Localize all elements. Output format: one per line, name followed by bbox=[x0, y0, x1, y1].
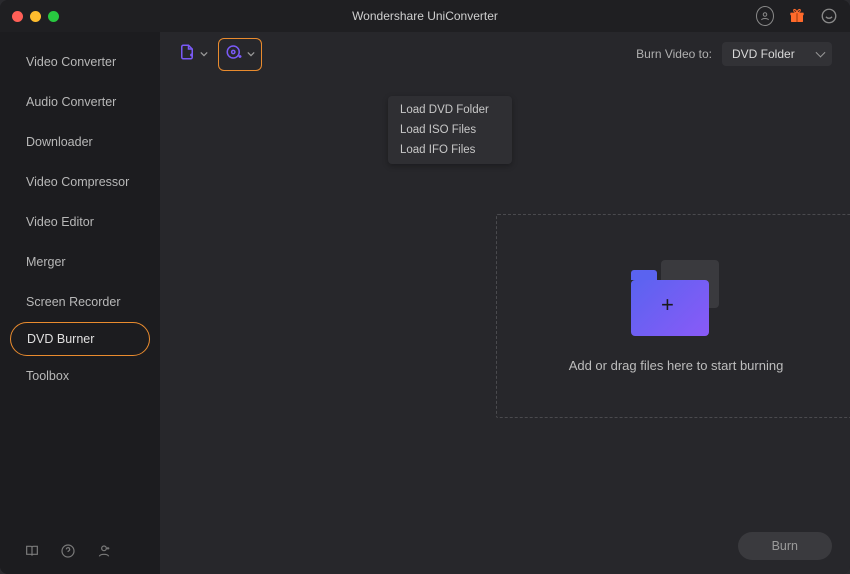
main-panel: Burn Video to: DVD Folder Load DVD Folde… bbox=[160, 32, 850, 574]
sidebar-item-label: Audio Converter bbox=[26, 95, 116, 109]
menu-item-load-dvd-folder[interactable]: Load DVD Folder bbox=[388, 100, 512, 120]
sidebar-item-label: Toolbox bbox=[26, 369, 69, 383]
sidebar-item-audio-converter[interactable]: Audio Converter bbox=[0, 82, 160, 122]
chevron-down-icon bbox=[247, 50, 255, 58]
burn-button-label: Burn bbox=[772, 539, 798, 553]
sidebar-item-label: Merger bbox=[26, 255, 66, 269]
toolbar: Burn Video to: DVD Folder bbox=[160, 32, 850, 76]
load-disc-button[interactable] bbox=[218, 38, 262, 71]
feedback-icon[interactable] bbox=[820, 7, 838, 25]
menu-item-label: Load DVD Folder bbox=[400, 104, 489, 116]
help-icon[interactable] bbox=[60, 543, 76, 559]
menu-item-label: Load IFO Files bbox=[400, 144, 475, 156]
plus-icon: + bbox=[661, 292, 674, 318]
burn-button[interactable]: Burn bbox=[738, 532, 832, 560]
sidebar-item-merger[interactable]: Merger bbox=[0, 242, 160, 282]
window-title: Wondershare UniConverter bbox=[0, 9, 850, 23]
app-window: Wondershare UniConverter Video Converter… bbox=[0, 0, 850, 574]
footer: Burn bbox=[738, 532, 832, 560]
tutorial-icon[interactable] bbox=[24, 543, 40, 559]
burn-target-select[interactable]: DVD Folder bbox=[722, 42, 832, 66]
add-folder-icon: + bbox=[631, 260, 721, 336]
sidebar-footer bbox=[0, 528, 160, 574]
sidebar-item-label: Video Compressor bbox=[26, 175, 129, 189]
burn-target-value: DVD Folder bbox=[732, 47, 795, 61]
contact-icon[interactable] bbox=[96, 543, 112, 559]
app-body: Video Converter Audio Converter Download… bbox=[0, 32, 850, 574]
sidebar-item-video-compressor[interactable]: Video Compressor bbox=[0, 162, 160, 202]
menu-item-label: Load ISO Files bbox=[400, 124, 476, 136]
burn-target-row: Burn Video to: DVD Folder bbox=[636, 42, 832, 66]
sidebar: Video Converter Audio Converter Download… bbox=[0, 32, 160, 574]
drop-prompt: Add or drag files here to start burning bbox=[569, 358, 784, 373]
gift-icon[interactable] bbox=[788, 7, 806, 25]
menu-item-load-iso-files[interactable]: Load ISO Files bbox=[388, 120, 512, 140]
add-file-button[interactable] bbox=[178, 43, 208, 66]
chevron-down-icon bbox=[200, 50, 208, 58]
sidebar-item-screen-recorder[interactable]: Screen Recorder bbox=[0, 282, 160, 322]
sidebar-item-downloader[interactable]: Downloader bbox=[0, 122, 160, 162]
sidebar-item-toolbox[interactable]: Toolbox bbox=[0, 356, 160, 396]
minimize-window-button[interactable] bbox=[30, 11, 41, 22]
titlebar-right bbox=[756, 7, 838, 25]
sidebar-item-label: Video Converter bbox=[26, 55, 116, 69]
file-add-icon bbox=[178, 43, 196, 66]
menu-item-load-ifo-files[interactable]: Load IFO Files bbox=[388, 140, 512, 160]
sidebar-item-label: DVD Burner bbox=[27, 332, 94, 346]
drop-zone[interactable]: + Add or drag files here to start burnin… bbox=[496, 214, 850, 418]
sidebar-item-dvd-burner[interactable]: DVD Burner bbox=[10, 322, 150, 356]
maximize-window-button[interactable] bbox=[48, 11, 59, 22]
account-icon[interactable] bbox=[756, 7, 774, 25]
sidebar-items: Video Converter Audio Converter Download… bbox=[0, 32, 160, 528]
window-controls bbox=[12, 11, 59, 22]
sidebar-item-video-converter[interactable]: Video Converter bbox=[0, 42, 160, 82]
burn-target-label: Burn Video to: bbox=[636, 47, 712, 61]
sidebar-item-label: Screen Recorder bbox=[26, 295, 121, 309]
sidebar-item-video-editor[interactable]: Video Editor bbox=[0, 202, 160, 242]
load-disc-menu: Load DVD Folder Load ISO Files Load IFO … bbox=[388, 96, 512, 164]
disc-add-icon bbox=[225, 43, 243, 66]
sidebar-item-label: Video Editor bbox=[26, 215, 94, 229]
sidebar-item-label: Downloader bbox=[26, 135, 93, 149]
titlebar: Wondershare UniConverter bbox=[0, 0, 850, 32]
close-window-button[interactable] bbox=[12, 11, 23, 22]
